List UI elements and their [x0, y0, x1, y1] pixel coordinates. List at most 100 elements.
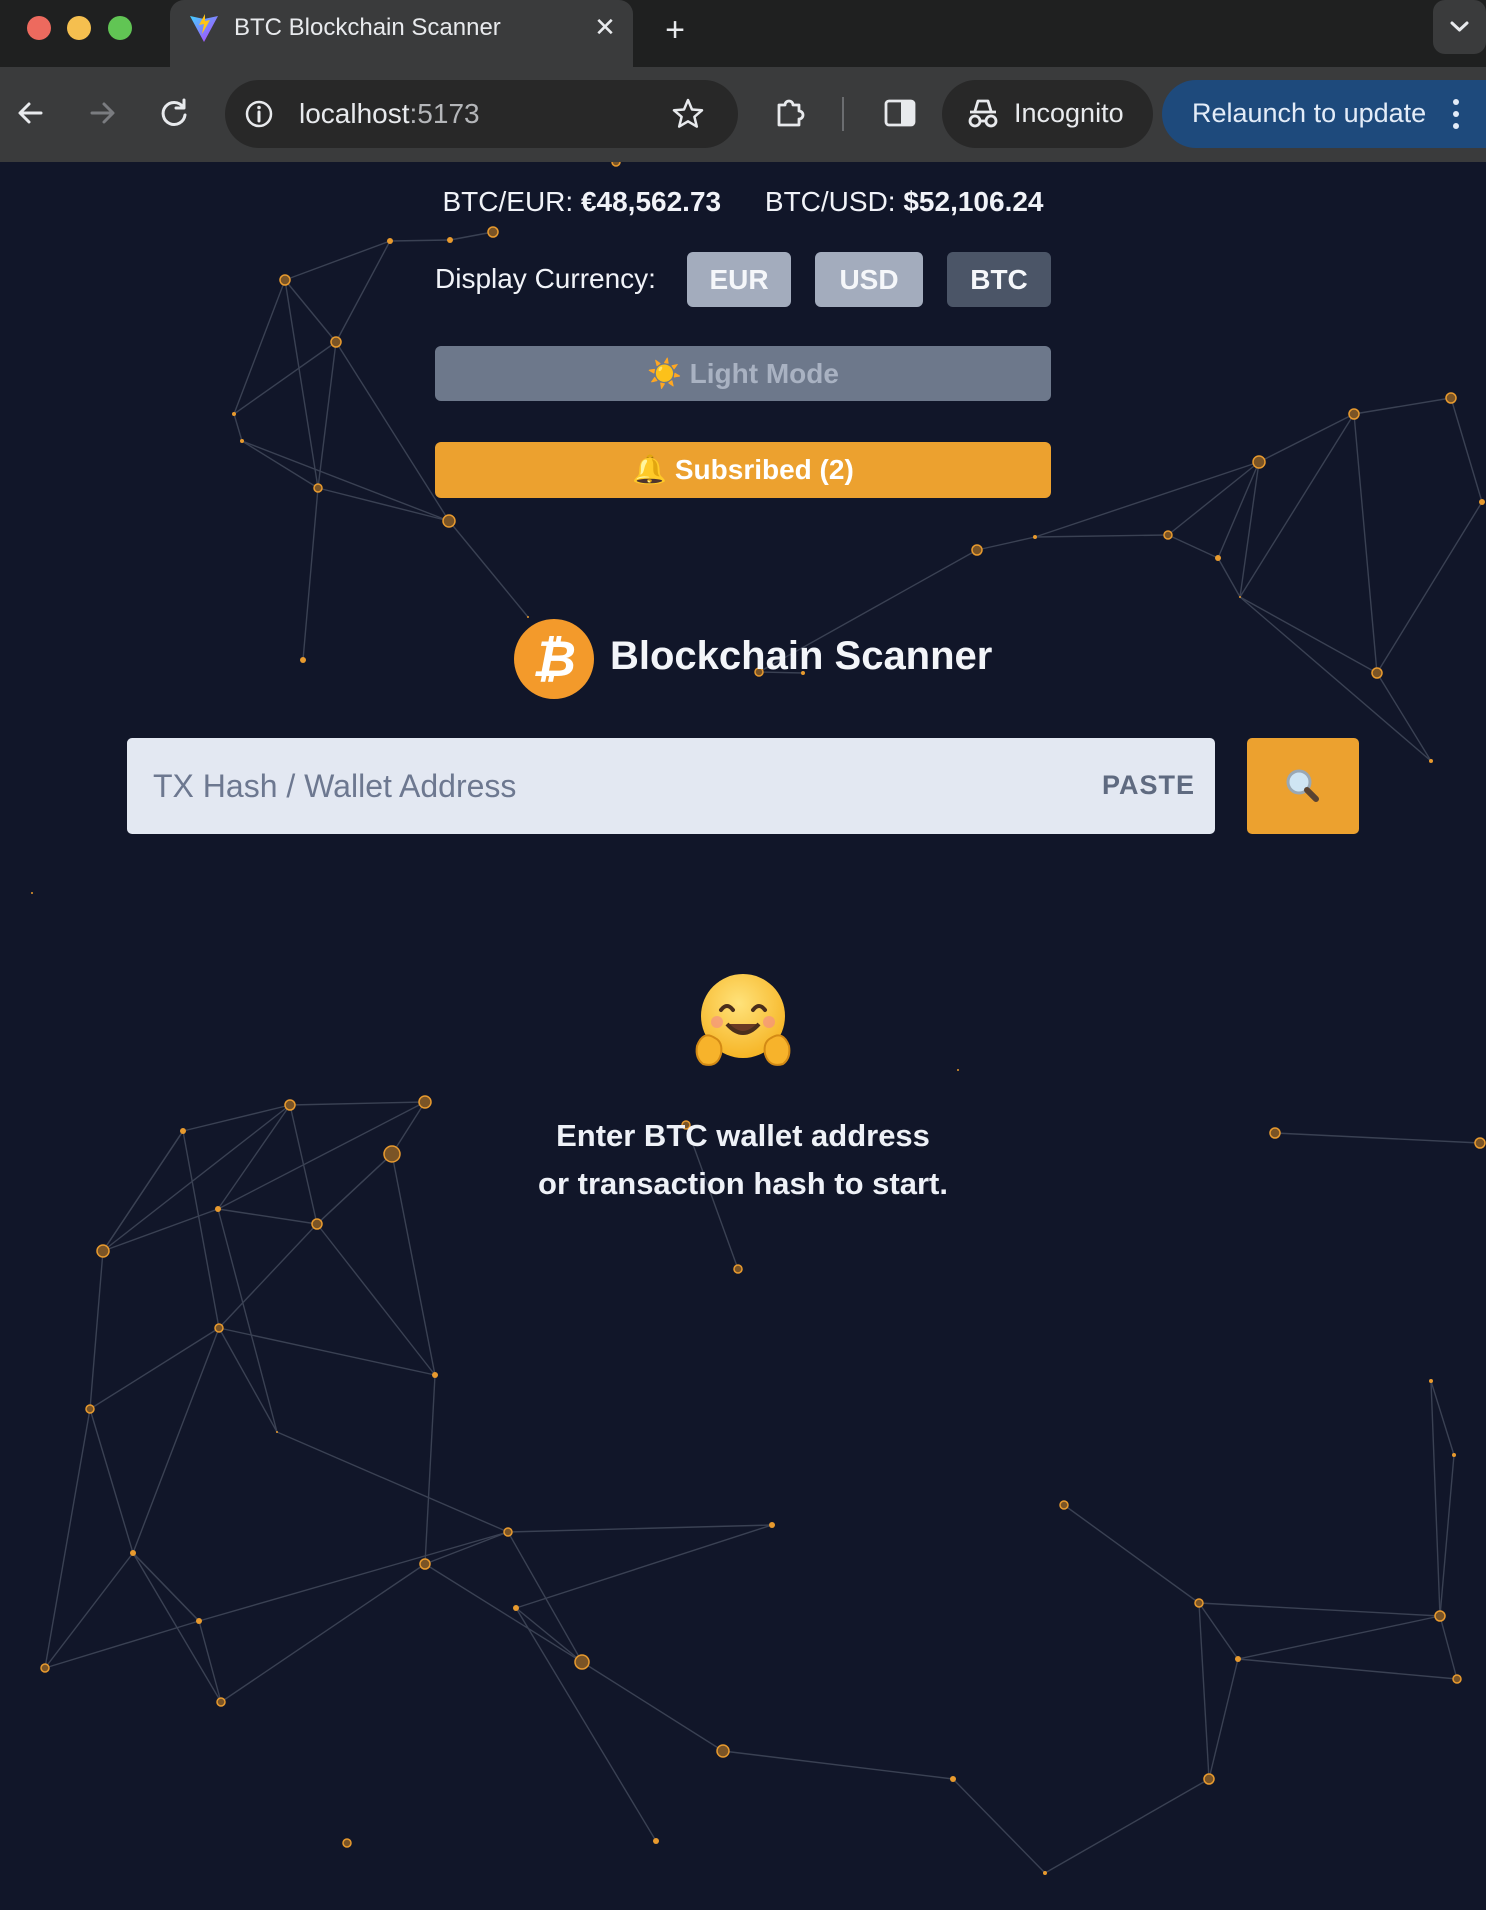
empty-state-line-2: or transaction hash to start. [538, 1166, 948, 1201]
network-node [716, 1744, 730, 1758]
network-node [611, 162, 621, 167]
browser-tab-bar: BTC Blockchain Scanner ✕ + [0, 0, 1486, 67]
network-edge [316, 1223, 436, 1376]
back-arrow-icon[interactable] [9, 91, 53, 135]
paste-button[interactable]: PASTE [1102, 770, 1195, 801]
network-edge [448, 520, 529, 618]
network-edge [507, 1531, 583, 1663]
relaunch-update-button[interactable]: Relaunch to update [1162, 80, 1486, 148]
network-node [971, 544, 983, 556]
network-node [442, 514, 456, 528]
network-node [1371, 667, 1383, 679]
network-edge [198, 1531, 509, 1622]
network-edge [424, 1531, 509, 1565]
site-info-icon[interactable] [243, 98, 275, 130]
network-node [85, 1404, 95, 1414]
network-node [1348, 408, 1360, 420]
network-node [1043, 1871, 1047, 1875]
network-edge [515, 1524, 773, 1609]
network-node [418, 1095, 432, 1109]
network-edge [198, 1620, 222, 1703]
network-edge [284, 279, 337, 343]
network-edge [515, 1607, 583, 1663]
network-edge [241, 440, 450, 522]
reload-icon[interactable] [152, 91, 196, 135]
network-node [214, 1323, 224, 1333]
network-node [1252, 455, 1266, 469]
network-edge [1217, 557, 1241, 598]
network-edge [1198, 1602, 1210, 1780]
incognito-indicator[interactable]: Incognito [942, 80, 1153, 148]
subscribed-button[interactable]: 🔔 Subsribed (2) [435, 442, 1051, 498]
network-node [40, 1663, 50, 1673]
network-edge [1167, 461, 1260, 536]
network-edge [1198, 1602, 1239, 1660]
relaunch-label: Relaunch to update [1192, 98, 1427, 128]
more-menu-icon[interactable] [1448, 96, 1464, 132]
empty-state-line-1: Enter BTC wallet address [556, 1118, 930, 1153]
network-node [419, 1558, 431, 1570]
incognito-label: Incognito [1014, 98, 1124, 128]
search-input[interactable] [151, 760, 1055, 812]
network-node [1445, 392, 1457, 404]
tab-close-icon[interactable]: ✕ [588, 10, 622, 44]
network-node [574, 1654, 590, 1670]
network-edge [89, 1327, 220, 1410]
network-edge [1430, 1380, 1455, 1456]
currency-eur-button[interactable]: EUR [687, 252, 791, 307]
close-window-button[interactable] [27, 16, 51, 40]
network-edge [132, 1552, 200, 1622]
light-mode-button[interactable]: ☀️ Light Mode [435, 346, 1051, 401]
network-edge [317, 341, 337, 489]
network-node [284, 1099, 296, 1111]
forward-arrow-icon[interactable] [80, 91, 124, 135]
network-node [1215, 555, 1221, 561]
network-node [447, 237, 453, 243]
network-edge [1034, 461, 1260, 538]
network-node [216, 1697, 226, 1707]
network-node [1239, 596, 1241, 598]
network-node [1429, 1379, 1433, 1383]
currency-usd-button[interactable]: USD [815, 252, 923, 307]
address-bar[interactable]: localhost:5173 [225, 80, 738, 148]
network-node [1163, 530, 1173, 540]
url-text: localhost:5173 [299, 98, 480, 129]
network-node [196, 1618, 202, 1624]
network-edge [1208, 1658, 1239, 1780]
tab-search-button[interactable] [1433, 0, 1486, 54]
network-edge [217, 1208, 318, 1225]
network-edge [89, 1250, 104, 1410]
network-edge [317, 487, 450, 522]
network-edge [1450, 397, 1483, 503]
network-node [96, 1244, 110, 1258]
network-node [387, 238, 393, 244]
network-edge [276, 1431, 509, 1533]
network-edge [581, 1661, 724, 1752]
network-edge [335, 240, 391, 343]
network-node [1059, 1500, 1069, 1510]
exchange-rates: BTC/EUR: €48,562.73 BTC/USD: $52,106.24 [0, 186, 1486, 218]
extensions-icon[interactable] [771, 93, 811, 133]
btc-usd-rate: BTC/USD: $52,106.24 [764, 186, 1044, 217]
minimize-window-button[interactable] [67, 16, 91, 40]
network-node [503, 1527, 513, 1537]
display-currency-selector: Display Currency: EUR USD BTC [435, 250, 1051, 308]
network-edge [1044, 1778, 1210, 1874]
currency-btc-button[interactable]: BTC [947, 252, 1051, 307]
side-panel-icon[interactable] [880, 93, 920, 133]
new-tab-button[interactable]: + [655, 10, 695, 50]
magnifier-icon [1286, 769, 1319, 802]
browser-tab-active[interactable]: BTC Blockchain Scanner ✕ [170, 0, 633, 67]
network-edge [218, 1327, 278, 1433]
network-edge [1353, 397, 1452, 415]
tab-title: BTC Blockchain Scanner [234, 14, 501, 41]
maximize-window-button[interactable] [108, 16, 132, 40]
network-edge [1063, 1504, 1200, 1604]
network-edge [44, 1408, 91, 1669]
bookmark-star-icon[interactable] [670, 96, 706, 132]
network-edge [241, 440, 319, 489]
network-edge [424, 1563, 583, 1663]
network-edge [1237, 1658, 1458, 1680]
network-edge [389, 239, 451, 242]
search-button[interactable] [1247, 738, 1359, 834]
